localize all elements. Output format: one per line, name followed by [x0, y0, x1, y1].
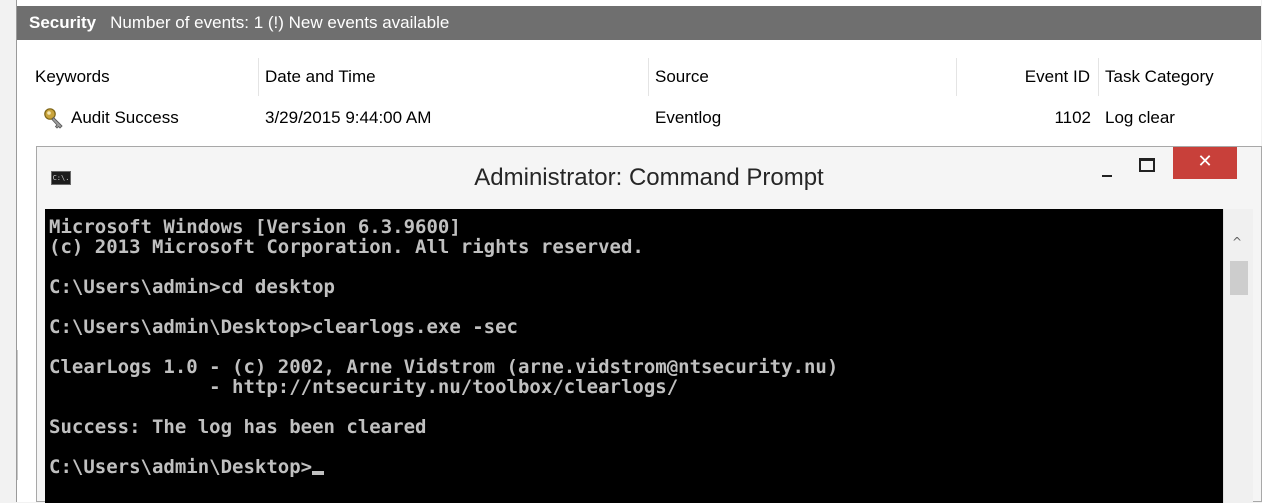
event-count-label[interactable]: Number of events: 1 (!) New events avail… [110, 13, 449, 33]
console-prompt-line[interactable]: C:\Users\admin\Desktop> [49, 456, 325, 478]
scroll-thumb[interactable] [1230, 261, 1248, 295]
console-output[interactable]: Microsoft Windows [Version 6.3.9600] (c)… [45, 209, 1223, 503]
window-titlebar[interactable]: C:\. Administrator: Command Prompt ✕ [37, 147, 1261, 209]
close-icon[interactable]: ✕ [1173, 147, 1237, 179]
console-prompt: C:\Users\admin\Desktop> [49, 456, 313, 478]
keywords-cell: Audit Success [29, 100, 259, 136]
event-id-cell: 1102 [1054, 108, 1091, 127]
column-header-date-time[interactable]: Date and Time [259, 58, 649, 96]
command-prompt-window[interactable]: C:\. Administrator: Command Prompt ✕ Mic… [36, 146, 1262, 503]
console-line: C:\Users\admin>cd desktop [49, 276, 335, 298]
window-title: Administrator: Command Prompt [474, 164, 824, 191]
column-header-row: Keywords Date and Time Source Event ID T… [17, 58, 1261, 96]
table-row[interactable]: Audit Success 3/29/2015 9:44:00 AM Event… [17, 100, 1261, 136]
scroll-up-icon[interactable]: ^ [1232, 236, 1246, 248]
log-name-label: Security [29, 13, 97, 32]
console-line: Microsoft Windows [Version 6.3.9600] [49, 216, 461, 238]
keywords-value: Audit Success [71, 108, 179, 127]
event-log-header: Security Number of events: 1 (!) New eve… [17, 6, 1261, 40]
date-time-cell: 3/29/2015 9:44:00 AM [265, 108, 432, 127]
console-line: (c) 2013 Microsoft Corporation. All righ… [49, 236, 644, 258]
minimize-icon[interactable] [1091, 155, 1123, 185]
console-line: Success: The log has been cleared [49, 416, 427, 438]
maximize-icon[interactable] [1131, 155, 1163, 185]
key-icon [44, 108, 63, 129]
column-header-task-category[interactable]: Task Category [1099, 58, 1261, 96]
panel-edge [17, 350, 22, 480]
console-line: C:\Users\admin\Desktop>clearlogs.exe -se… [49, 316, 518, 338]
text-cursor [312, 471, 325, 475]
console-line: - http://ntsecurity.nu/toolbox/clearlogs… [49, 376, 679, 398]
task-category-cell: Log clear [1105, 108, 1175, 127]
column-header-event-id[interactable]: Event ID [957, 58, 1099, 96]
column-header-source[interactable]: Source [649, 58, 957, 96]
vertical-scrollbar[interactable]: ^ [1223, 209, 1253, 503]
source-cell: Eventlog [655, 108, 722, 127]
column-header-keywords[interactable]: Keywords [29, 58, 259, 96]
console-line: ClearLogs 1.0 - (c) 2002, Arne Vidstrom … [49, 356, 839, 378]
